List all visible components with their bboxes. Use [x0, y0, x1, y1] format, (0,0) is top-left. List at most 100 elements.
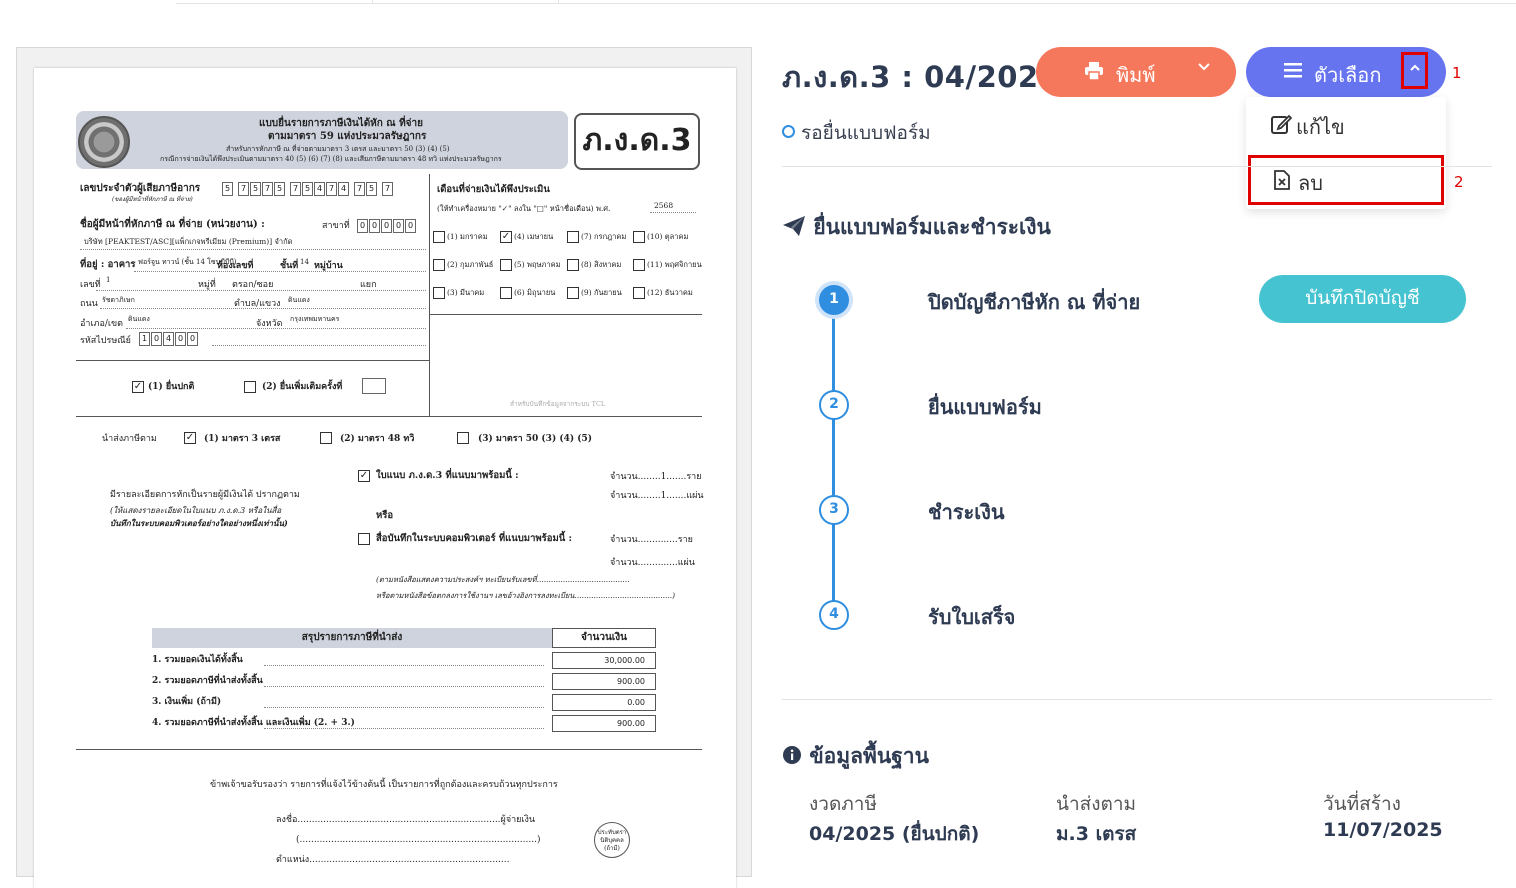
annotation-1: 1	[1452, 64, 1462, 82]
summary-row-value: 900.00	[552, 673, 656, 690]
options-dropdown: แก้ไข ลบ	[1246, 97, 1446, 209]
section-line	[76, 749, 702, 750]
print-button[interactable]: พิมพ์	[1036, 47, 1236, 97]
taxid-digits: 5757575474757	[222, 182, 394, 196]
month-label: (12) ธันวาคม	[647, 288, 693, 297]
sign-paren: (.......................................…	[296, 835, 541, 845]
summary-row-label: 2. รวมยอดภาษีที่นำส่งทั้งสิ้น	[152, 676, 263, 686]
info-created-label: วันที่สร้าง	[1323, 793, 1401, 815]
save-close-account-button[interactable]: บันทึกปิดบัญชี	[1259, 275, 1466, 323]
dropdown-edit[interactable]: แก้ไข	[1246, 99, 1446, 149]
step-number: 1	[819, 285, 849, 315]
road-value: รัชดาภิเษก	[102, 296, 135, 304]
delete-file-icon	[1273, 170, 1291, 195]
media-note: (ตามหนังสือแสดงความประสงค์ฯ ทะเบียนรับเล…	[376, 575, 630, 584]
branch-label: สาขาที่	[322, 221, 350, 231]
divider	[782, 699, 1492, 700]
or-label: หรือ	[376, 510, 394, 521]
digit-box: 5	[222, 182, 233, 196]
annotation-2: 2	[1454, 173, 1464, 191]
dotted-line	[96, 290, 426, 291]
digit-box: 7	[238, 182, 249, 196]
address-label: ที่อยู่ : อาคาร	[80, 259, 136, 270]
month-checkbox	[567, 259, 579, 271]
district-value: ดินแดง	[128, 315, 150, 323]
month-label: (2) กุมภาพันธ์	[447, 260, 494, 269]
form-subheading: สำหรับการหักภาษี ณ ที่จ่ายตามมาตรา 3 เตร…	[226, 145, 450, 153]
amount-heading: จำนวนเงิน	[552, 628, 656, 648]
status-ring-icon	[782, 125, 795, 138]
step-label: ยื่นแบบฟอร์ม	[928, 395, 1042, 419]
form-heading-2: ตามมาตรา 59 แห่งประมวลรัษฎากร	[268, 131, 427, 142]
dotted-line	[134, 271, 426, 272]
month-checkbox	[633, 231, 645, 243]
detail-line: มีรายละเอียดการหักเป็นรายผู้มีเงินได้ ปร…	[110, 490, 300, 500]
month-checkbox	[500, 259, 512, 271]
chevron-down-icon[interactable]	[1196, 58, 1212, 79]
month-checkbox	[633, 287, 645, 299]
summary-heading: สรุปรายการภาษีที่นำส่ง	[152, 628, 552, 648]
postcode-label: รหัสไปรษณีย์	[80, 336, 131, 346]
step-number: 2	[819, 390, 849, 420]
tab-divider	[372, 0, 373, 4]
chevron-up-icon[interactable]	[1401, 52, 1428, 89]
digit-box: 0	[381, 219, 392, 233]
digit-box: 7	[354, 182, 365, 196]
floor-label: ชั้นที่	[280, 261, 299, 271]
month-label: (7) กรกฎาคม	[581, 232, 627, 241]
info-section-title: ข้อมูลพื้นฐาน	[782, 740, 929, 773]
top-tab-strip	[176, 0, 1516, 4]
dotted-line	[100, 308, 426, 309]
info-icon	[782, 744, 809, 768]
dotted-line	[126, 328, 426, 329]
certify-text: ข้าพเจ้าขอรับรองว่า รายการที่แจ้งไว้ข้าง…	[210, 780, 558, 790]
month-label: (1) มกราคม	[447, 232, 488, 241]
digit-box: 7	[326, 182, 337, 196]
dropdown-delete[interactable]: ลบ	[1248, 155, 1444, 205]
section-divider	[429, 174, 430, 416]
month-checkbox	[433, 259, 445, 271]
month-checkbox	[433, 231, 445, 243]
summary-row-value: 0.00	[552, 694, 656, 711]
company-stamp: ประทับตรา นิติบุคคล (ถ้ามี)	[594, 822, 630, 858]
filing-normal-label: (1) ยื่นปกติ	[148, 382, 195, 392]
options-button[interactable]: ตัวเลือก	[1246, 47, 1446, 97]
filing-extra-checkbox	[244, 381, 256, 393]
printer-icon	[1084, 61, 1104, 86]
status-badge: รอยื่นแบบฟอร์ม	[782, 118, 931, 148]
submit-opt1-label: (1) มาตรา 3 เตรส	[204, 434, 281, 444]
step-label: รับใบเสร็จ	[928, 605, 1016, 629]
options-label: ตัวเลือก	[1314, 63, 1382, 87]
document-preview[interactable]: แบบยื่นรายการภาษีเงินได้หัก ณ ที่จ่าย ตา…	[16, 47, 752, 888]
month-checkbox	[433, 287, 445, 299]
dotted-line	[264, 728, 544, 729]
extra-count-box	[362, 378, 386, 394]
edit-label: แก้ไข	[1296, 115, 1345, 139]
section-line	[76, 416, 702, 417]
room-label: ห้องเลขที่	[217, 261, 254, 271]
month-checkbox	[567, 287, 579, 299]
media-people: จำนวน..............ราย	[610, 535, 693, 545]
sign-line: ลงชื่อ..................................…	[276, 815, 536, 825]
info-submit-value: ม.3 เตรส	[1056, 823, 1137, 845]
month-label: (6) มิถุนายน	[514, 288, 556, 297]
form-code: ภ.ง.ด.3	[574, 113, 700, 170]
digit-box: 7	[290, 182, 301, 196]
filing-normal-checkbox: ✓	[132, 381, 144, 393]
month-checkbox	[633, 259, 645, 271]
form-heading: แบบยื่นรายการภาษีเงินได้หัก ณ ที่จ่าย	[259, 118, 423, 129]
dotted-line	[80, 249, 426, 250]
form-page: แบบยื่นรายการภาษีเงินได้หัก ณ ที่จ่าย ตา…	[34, 68, 736, 888]
subdistrict-value: ดินแดง	[288, 296, 310, 304]
info-submit-label: นำส่งตาม	[1056, 793, 1137, 815]
step-label: ชำระเงิน	[928, 500, 1005, 524]
floor-value: 14	[300, 258, 309, 266]
month-label: (8) สิงหาคม	[581, 260, 622, 269]
form-subheading-2: กรณีการจ่ายเงินได้พึงประเมินตามมาตรา 40 …	[160, 155, 502, 163]
month-label: (5) พฤษภาคม	[514, 260, 561, 269]
process-title-text: ยื่นแบบฟอร์มและชำระเงิน	[813, 215, 1051, 239]
attach-checkbox: ✓	[358, 470, 370, 482]
summary-row-label: 3. เงินเพิ่ม (ถ้ามี)	[152, 697, 222, 707]
digit-box: 4	[338, 182, 349, 196]
digit-box: 7	[262, 182, 273, 196]
